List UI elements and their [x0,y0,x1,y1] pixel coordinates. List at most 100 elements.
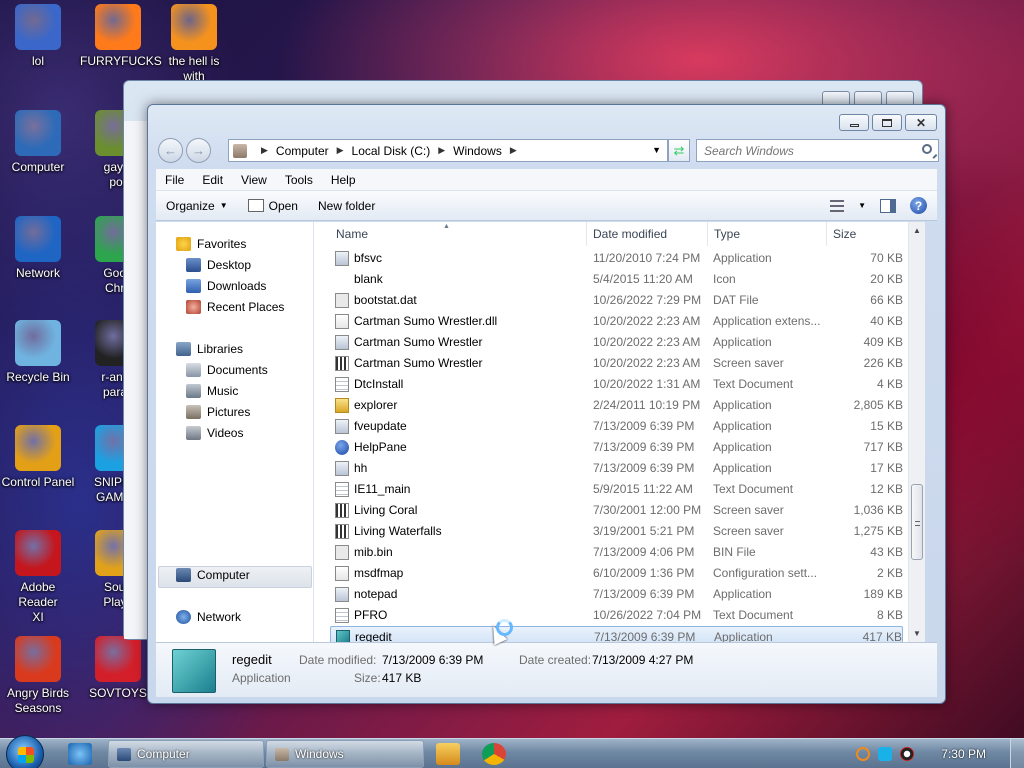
file-row[interactable]: Cartman Sumo Wrestler 10/20/2022 2:23 AM S… [330,353,903,374]
display-tray-icon[interactable] [878,747,892,761]
date-modified-label: Date modified: [299,653,377,667]
file-row[interactable]: fveupdate 7/13/2009 6:39 PM Application 15 … [330,416,903,437]
menu-help[interactable]: Help [322,173,365,187]
nav-favorites[interactable]: Favorites [176,237,246,251]
blank-file-icon [335,272,349,287]
close-button[interactable]: ✕ [905,114,937,131]
search-box[interactable] [696,139,939,162]
nav-documents-label: Documents [207,363,268,377]
open-button[interactable]: Open [238,199,308,213]
address-bar[interactable]: ▶ Computer ▶ Local Disk (C:) ▶ Windows ▶… [228,139,668,162]
organize-button[interactable]: Organize ▼ [156,199,238,213]
file-row[interactable]: bfsvc 11/20/2010 7:24 PM Application 70 KB [330,248,903,269]
maximize-button[interactable] [872,114,902,131]
file-size: 15 KB [870,419,903,433]
breadcrumb-windows[interactable]: Windows [453,144,502,158]
nav-recent-places[interactable]: Recent Places [186,300,284,314]
file-row[interactable]: IE11_main 5/9/2015 11:22 AM Text Document 1… [330,479,903,500]
menu-edit[interactable]: Edit [193,173,232,187]
file-row[interactable]: Cartman Sumo Wrestler.dll 10/20/2022 2:23… [330,311,903,332]
search-input[interactable] [704,143,904,158]
address-dropdown-icon[interactable]: ▼ [652,145,661,155]
file-row[interactable]: blank 5/4/2015 11:20 AM Icon 20 KB [330,269,903,290]
scroll-down-icon[interactable]: ▼ [913,629,921,638]
file-type: DAT File [713,293,759,307]
file-name: msdfmap [354,566,404,580]
nav-videos[interactable]: Videos [186,426,243,440]
file-date: 2/24/2011 10:19 PM [593,398,701,412]
file-row[interactable]: bootstat.dat 10/26/2022 7:29 PM DAT File 66… [330,290,903,311]
file-row[interactable]: hh 7/13/2009 6:39 PM Application 17 KB [330,458,903,479]
file-row[interactable]: Cartman Sumo Wrestler 10/20/2022 2:23 AM A… [330,332,903,353]
taskbar-item-windows[interactable]: Windows [266,740,424,768]
clock[interactable]: 7:30 PM [941,747,986,761]
column-header-name[interactable]: Name [330,222,587,246]
scroll-thumb[interactable] [911,484,923,560]
chrome-icon[interactable] [482,743,506,765]
help-icon[interactable]: ? [910,197,927,214]
scroll-up-icon[interactable]: ▲ [913,226,921,235]
vertical-scrollbar[interactable]: ▲ ▼ [908,222,925,642]
file-row[interactable]: PFRO 10/26/2022 7:04 PM Text Document 8 KB [330,605,903,626]
desktop-icon-7[interactable]: Recycle Bin [0,320,76,385]
breadcrumb-computer[interactable]: Computer [276,144,329,158]
nav-pictures[interactable]: Pictures [186,405,250,419]
column-header-size[interactable]: Size [827,222,903,246]
desktop-icon-1[interactable]: FURRYFUCKS [80,4,162,69]
search-tray-icon[interactable] [856,747,870,761]
desktop-icon-14[interactable]: SOVTOYS [80,636,156,701]
desktop-icon-label: SOVTOYS [89,686,147,700]
chevron-right-icon[interactable]: ▶ [337,145,344,156]
desktop-icon-13[interactable]: Angry Birds Seasons [0,636,76,716]
nav-documents[interactable]: Documents [186,363,268,377]
nav-downloads[interactable]: Downloads [186,279,266,293]
star-icon [176,237,191,251]
desktop-icon-5[interactable]: Network [0,216,76,281]
menu-tools[interactable]: Tools [276,173,322,187]
file-row[interactable]: DtcInstall 10/20/2022 1:31 AM Text Documen… [330,374,903,395]
breadcrumb-local-disk[interactable]: Local Disk (C:) [352,144,431,158]
chevron-right-icon[interactable]: ▶ [510,145,517,156]
file-row[interactable]: mib.bin 7/13/2009 4:06 PM BIN File 43 KB [330,542,903,563]
desktop-icon-0[interactable]: lol [0,4,76,69]
column-header-type[interactable]: Type [708,222,827,246]
file-date: 5/4/2015 11:20 AM [593,272,693,286]
desktop-icon-11[interactable]: Adobe Reader XI [0,530,76,625]
desktop-icon-2[interactable]: the hell is with [156,4,232,84]
show-desktop-button[interactable] [1010,739,1024,768]
menu-view[interactable]: View [232,173,276,187]
back-button[interactable]: ← [158,138,183,163]
desktop-icon-9[interactable]: Control Panel [0,425,76,490]
search-icon[interactable] [922,144,932,154]
forward-button[interactable]: → [186,138,211,163]
chevron-right-icon[interactable]: ▶ [438,145,445,156]
file-row[interactable]: explorer 2/24/2011 10:19 PM Application 2,8… [330,395,903,416]
nav-music[interactable]: Music [186,384,238,398]
minimize-button[interactable] [839,114,869,131]
preview-pane-icon[interactable] [880,198,896,213]
nav-desktop[interactable]: Desktop [186,258,251,272]
menu-file[interactable]: File [156,173,193,187]
chevron-right-icon[interactable]: ▶ [261,145,268,156]
explorer-window[interactable]: ✕ ← → ▶ Computer ▶ Local Disk (C:) ▶ Win… [147,104,946,704]
chevron-down-icon[interactable]: ▼ [858,201,866,210]
file-row[interactable]: Living Waterfalls 3/19/2001 5:21 PM Screen… [330,521,903,542]
nav-network[interactable]: Network [176,610,241,624]
change-view-icon[interactable] [830,199,845,212]
new-folder-button[interactable]: New folder [308,199,385,213]
file-row[interactable]: msdfmap 6/10/2009 1:36 PM Configuration se… [330,563,903,584]
file-row[interactable]: Living Coral 7/30/2001 12:00 PM Screen sav… [330,500,903,521]
desktop-icon-3[interactable]: Computer [0,110,76,175]
start-button[interactable] [6,735,44,768]
file-date: 10/20/2022 2:23 AM [593,314,701,328]
refresh-button[interactable]: ⇄ [668,139,690,162]
media-player-icon[interactable] [436,743,460,765]
nav-libraries[interactable]: Libraries [176,342,243,356]
nav-computer[interactable]: Computer [176,568,250,582]
column-header-date[interactable]: Date modified [587,222,708,246]
file-row[interactable]: HelpPane 7/13/2009 6:39 PM Application 717 … [330,437,903,458]
app-tray-icon[interactable] [900,747,914,761]
internet-explorer-icon[interactable] [68,743,92,765]
file-row[interactable]: notepad 7/13/2009 6:39 PM Application 189 K… [330,584,903,605]
taskbar-item-computer[interactable]: Computer [108,740,264,768]
